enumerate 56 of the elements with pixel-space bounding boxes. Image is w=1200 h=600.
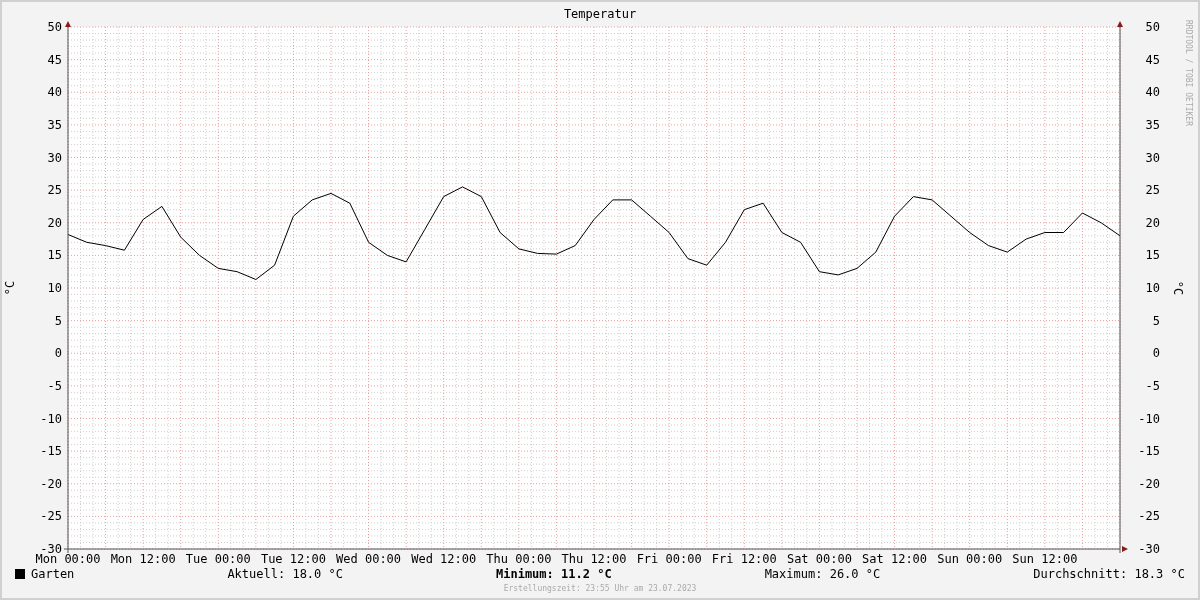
y-tick-label: 20: [1145, 215, 1160, 230]
y-tick-label: -20: [40, 476, 62, 491]
y-tick-label: -15: [40, 444, 62, 459]
y-tick-label: -25: [1138, 509, 1160, 524]
y-tick-label: 35: [47, 117, 62, 132]
x-tick-label: Thu 12:00: [561, 552, 627, 565]
y-tick-label: 35: [1145, 117, 1160, 132]
y-tick-label: 5: [54, 313, 62, 328]
y-tick-label: -5: [47, 378, 62, 393]
y-tick-label: 0: [54, 346, 62, 361]
y-tick-label: 45: [47, 52, 62, 67]
stat-text: Minimum: 11.2 °C: [496, 566, 612, 583]
y-tick-label: 20: [47, 215, 62, 230]
stat-text: Durchschnitt: 18.3 °C: [1033, 566, 1185, 583]
y-tick-label: 0: [1152, 346, 1160, 361]
y-tick-label: -10: [1138, 411, 1160, 426]
y-tick-label: -15: [1138, 444, 1160, 459]
stat-text: Maximum: 26.0 °C: [764, 566, 881, 583]
y-tick-label: 5: [1152, 313, 1160, 328]
x-tick-label: Wed 00:00: [336, 552, 402, 565]
x-tick-label: Sun 00:00: [937, 552, 1003, 565]
y-tick-label: 45: [1145, 52, 1160, 67]
x-tick-label: Sat 12:00: [862, 552, 928, 565]
x-tick-label: Wed 12:00: [411, 552, 477, 565]
y-tick-label: 50: [1145, 20, 1160, 34]
y-tick-label: 10: [47, 281, 62, 295]
y-tick-label: 40: [47, 85, 62, 100]
y-tick-label: -5: [1145, 378, 1160, 393]
x-tick-label: Fri 00:00: [636, 552, 702, 565]
x-tick-label: Tue 00:00: [185, 552, 251, 565]
y-tick-label: -10: [40, 411, 62, 426]
x-tick-label: Fri 12:00: [711, 552, 777, 565]
y-tick-label: 15: [1145, 248, 1160, 263]
y-tick-label: 30: [1145, 150, 1160, 165]
chart-title: Temperatur: [563, 8, 637, 20]
y-tick-label: -25: [40, 509, 62, 524]
y-tick-label: 10: [1145, 281, 1160, 295]
x-tick-label: Mon 12:00: [110, 552, 176, 565]
legend-label: Garten: [31, 566, 75, 583]
y-tick-label: 15: [47, 248, 62, 263]
y-tick-label: 30: [47, 150, 62, 165]
stat-text: Aktuell: 18.0 °C: [227, 566, 343, 583]
credit-text: RRDTOOL / TOBI OETIKER: [1184, 20, 1193, 126]
y-tick-label: 50: [47, 20, 62, 34]
y-tick-label: 25: [1145, 183, 1160, 198]
y-axis-label: °C: [3, 280, 17, 296]
y-tick-label: -30: [1138, 542, 1160, 556]
x-tick-label: Sat 00:00: [786, 552, 852, 565]
y-tick-label: 25: [47, 183, 62, 198]
y-tick-label: 40: [1145, 85, 1160, 100]
x-tick-label: Tue 12:00: [260, 552, 326, 565]
x-tick-label: Thu 00:00: [486, 552, 552, 565]
y-axis-label: °C: [1171, 280, 1185, 296]
timestamp-text: Erstellungszeit: 23:55 Uhr am 23.07.2023: [503, 583, 697, 595]
y-tick-label: -20: [1138, 476, 1160, 491]
x-tick-label: Sun 12:00: [1012, 552, 1078, 565]
